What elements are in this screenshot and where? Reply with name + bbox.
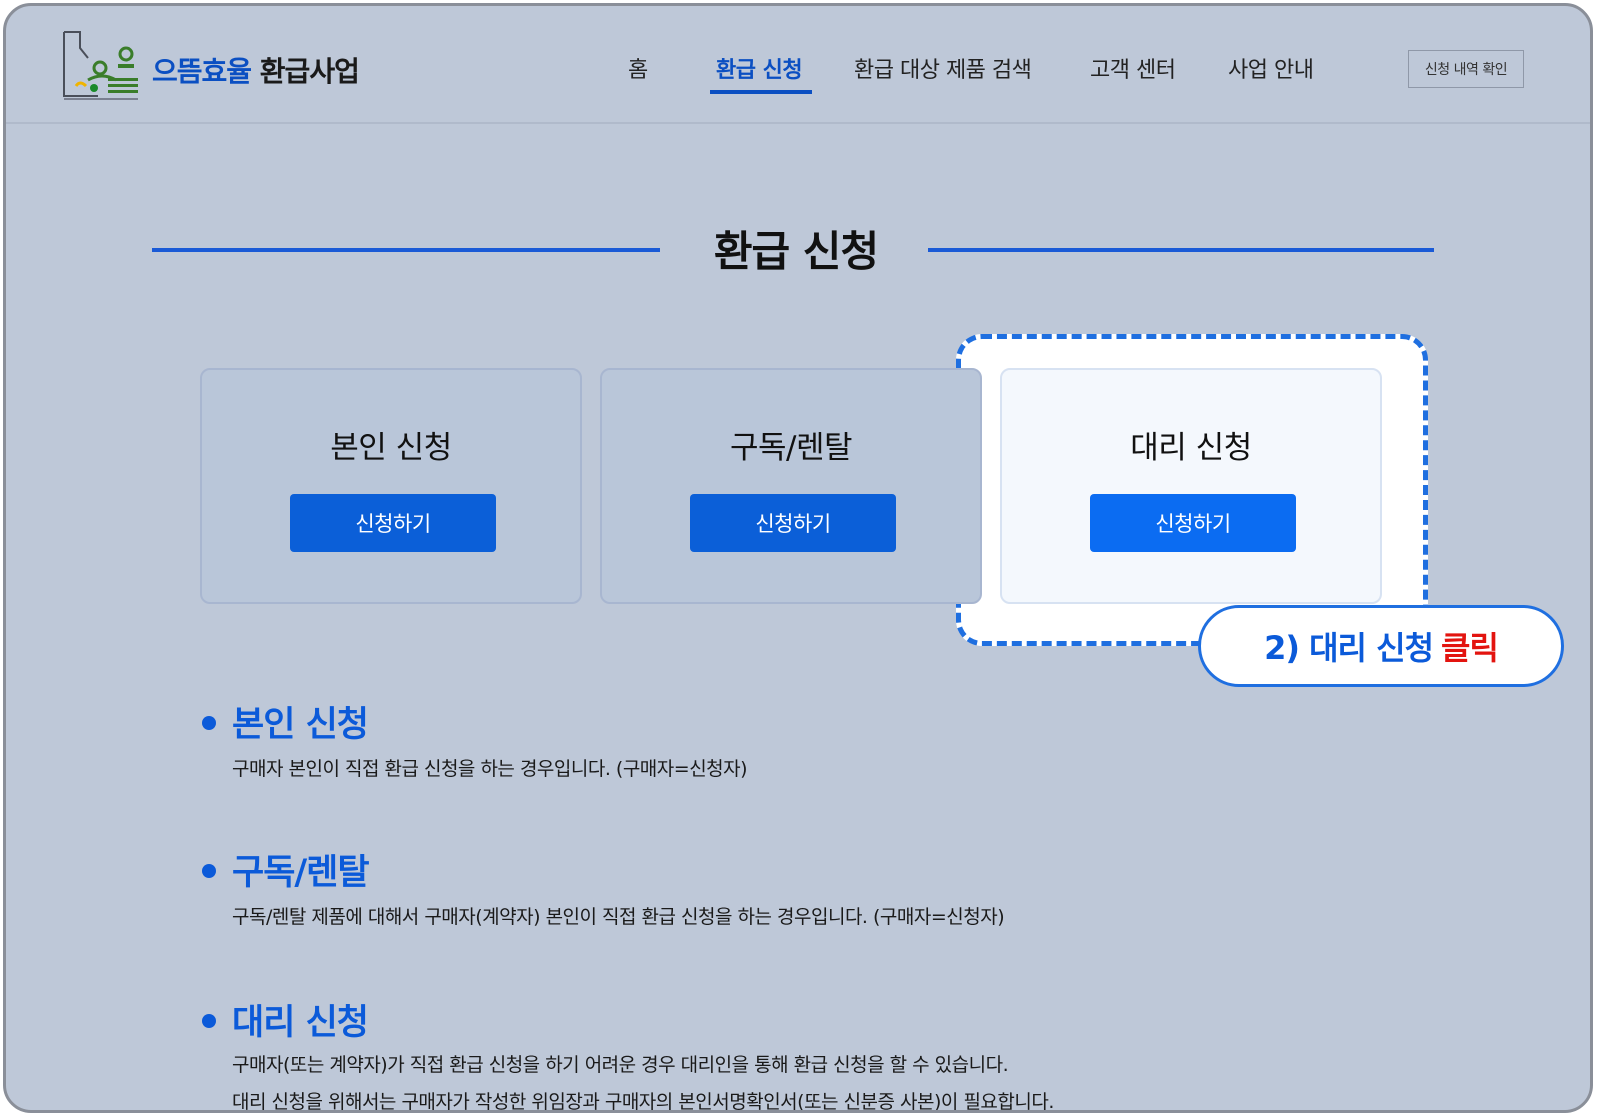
info-title: 대리 신청	[232, 1003, 369, 1043]
nav-home[interactable]: 홈	[628, 52, 648, 84]
card-self-apply: 본인 신청 신청하기	[200, 368, 582, 604]
bullet-icon	[202, 716, 216, 730]
card-proxy-apply: 대리 신청 신청하기	[1000, 368, 1382, 604]
info-title: 구독/렌탈	[232, 853, 370, 893]
nav-business-info[interactable]: 사업 안내	[1228, 52, 1314, 84]
info-desc: 구독/렌탈 제품에 대해서 구매자(계약자) 본인이 직접 환급 신청을 하는 …	[232, 906, 1005, 928]
apply-button-rental[interactable]: 신청하기	[690, 494, 896, 552]
info-desc: 대리 신청을 위해서는 구매자가 작성한 위임장과 구매자의 본인서명확인서(또…	[232, 1091, 1054, 1113]
card-title: 구독/렌탈	[729, 430, 853, 466]
card-subscription-rental: 구독/렌탈 신청하기	[600, 368, 982, 604]
browser-frame: 으뜸효율 환급사업 홈 환급 신청 환급 대상 제품 검색 고객 센터 사업 안…	[3, 3, 1593, 1113]
title-line-right	[928, 248, 1434, 252]
apply-button-self[interactable]: 신청하기	[290, 494, 496, 552]
nav-refund-apply[interactable]: 환급 신청	[716, 52, 803, 84]
nav-product-search[interactable]: 환급 대상 제품 검색	[854, 52, 1032, 84]
callout-step-text: 2) 대리 신청	[1264, 629, 1434, 667]
info-title: 본인 신청	[232, 705, 369, 745]
main-nav: 홈 환급 신청 환급 대상 제품 검색 고객 센터 사업 안내	[6, 52, 1590, 102]
instruction-callout: 2) 대리 신청 클릭	[1198, 605, 1564, 687]
bullet-icon	[202, 864, 216, 878]
page-title: 환급 신청	[713, 227, 879, 276]
info-desc: 구매자 본인이 직접 환급 신청을 하는 경우입니다. (구매자=신청자)	[232, 758, 748, 780]
apply-button-proxy[interactable]: 신청하기	[1090, 494, 1296, 552]
nav-active-indicator	[710, 90, 812, 94]
card-title: 대리 신청	[1130, 430, 1252, 466]
site-header: 으뜸효율 환급사업 홈 환급 신청 환급 대상 제품 검색 고객 센터 사업 안…	[6, 6, 1590, 124]
callout-action-text: 클릭	[1441, 629, 1499, 667]
nav-customer-center[interactable]: 고객 센터	[1090, 52, 1176, 84]
bullet-icon	[202, 1014, 216, 1028]
check-history-button[interactable]: 신청 내역 확인	[1408, 50, 1524, 88]
info-desc: 구매자(또는 계약자)가 직접 환급 신청을 하기 어려운 경우 대리인을 통해…	[232, 1054, 1009, 1076]
title-line-left	[152, 248, 660, 252]
card-title: 본인 신청	[330, 430, 452, 466]
